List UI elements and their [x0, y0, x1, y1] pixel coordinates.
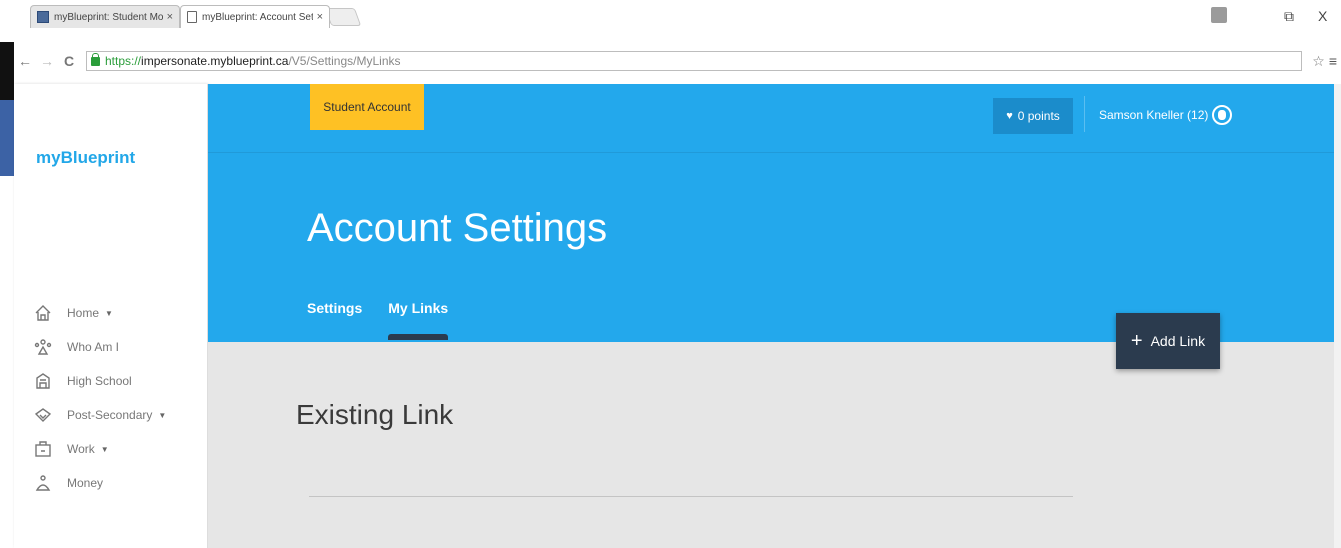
points-label: 0 points: [1017, 109, 1060, 123]
heart-icon: ♥: [1006, 110, 1013, 122]
main-content: + Add Link Existing Link: [208, 313, 1334, 548]
address-bar[interactable]: https://impersonate.myblueprint.ca/V5/Se…: [86, 51, 1303, 71]
reload-icon[interactable]: C: [58, 53, 80, 69]
home-icon: [35, 305, 51, 321]
browser-toolbar: ← → C https://impersonate.myblueprint.ca…: [14, 50, 1341, 72]
plus-icon: +: [1130, 329, 1143, 352]
lock-icon: [91, 52, 100, 66]
user-avatar-icon[interactable]: [1212, 105, 1232, 125]
chevron-down-icon: ▼: [105, 308, 113, 318]
sidebar-item-label: Work: [67, 442, 95, 456]
sidebar-item-work[interactable]: Work ▼: [14, 432, 208, 466]
user-name[interactable]: Samson Kneller (12): [1099, 108, 1208, 122]
browser-menu-icon[interactable]: ≡: [1329, 53, 1337, 69]
money-icon: [35, 475, 51, 491]
header-divider: [1084, 96, 1085, 132]
sidebar-item-money[interactable]: Money: [14, 466, 208, 500]
tab-close-icon[interactable]: ×: [317, 11, 323, 23]
os-edge-blue: [0, 100, 14, 176]
url-path: /V5/Settings/MyLinks: [288, 54, 401, 68]
document-favicon-icon: [187, 11, 197, 23]
tab-my-links[interactable]: My Links: [388, 300, 448, 340]
header-separator: [208, 152, 1334, 153]
url-host: impersonate.myblueprint.ca: [141, 54, 289, 68]
profile-icon[interactable]: [1211, 7, 1227, 23]
settings-tabs: Settings My Links: [307, 300, 474, 340]
sidebar-item-label: Home: [67, 306, 100, 320]
sidebar-item-label: Money: [67, 476, 104, 490]
bookmark-star-icon[interactable]: ☆: [1312, 53, 1325, 70]
sidebar-item-high-school[interactable]: High School: [14, 364, 208, 398]
browser-tab-title: myBlueprint: Account Sett: [202, 11, 313, 23]
close-window-icon[interactable]: X: [1318, 8, 1327, 24]
school-icon: [36, 373, 50, 389]
add-link-label: Add Link: [1150, 333, 1206, 349]
points-button[interactable]: ♥ 0 points: [993, 98, 1073, 134]
sidebar-nav: Home ▼ Who Am I High School Post-Seconda…: [14, 296, 208, 500]
sidebar-item-who-am-i[interactable]: Who Am I: [14, 330, 208, 364]
diploma-icon: [34, 408, 52, 422]
myblueprint-favicon-icon: [37, 11, 49, 23]
chevron-down-icon: ▼: [158, 410, 167, 420]
forward-arrow-icon[interactable]: →: [36, 53, 58, 69]
sidebar-item-label: High School: [67, 374, 132, 388]
browser-tab-title: myBlueprint: Student Mo: [54, 11, 163, 23]
tab-settings[interactable]: Settings: [307, 300, 362, 316]
sidebar-item-home[interactable]: Home ▼: [14, 296, 208, 330]
sidebar-item-label: Post-Secondary: [67, 408, 153, 422]
browser-tab-account[interactable]: myBlueprint: Account Sett ×: [180, 5, 330, 28]
section-divider: [309, 496, 1073, 497]
tab-close-icon[interactable]: ×: [167, 11, 173, 23]
page-header: Student Account ♥ 0 points Samson Knelle…: [208, 84, 1334, 342]
chevron-down-icon: ▼: [100, 444, 109, 454]
restore-window-icon[interactable]: ⧉: [1284, 8, 1294, 25]
page-title: Account Settings: [307, 206, 608, 250]
add-link-button[interactable]: + Add Link: [1116, 313, 1220, 369]
os-left-edge: [0, 0, 14, 548]
url-scheme: https://: [105, 54, 142, 68]
people-icon: [34, 339, 52, 355]
new-tab-button[interactable]: [324, 8, 362, 26]
scrollbar[interactable]: [1334, 84, 1341, 548]
briefcase-icon: [35, 441, 51, 457]
back-arrow-icon[interactable]: ←: [14, 53, 36, 69]
sidebar-item-post-secondary[interactable]: Post-Secondary ▼: [14, 398, 208, 432]
sidebar: myBlueprint Home ▼ Who Am I High School …: [14, 84, 208, 548]
browser-tabstrip: myBlueprint: Student Mo × myBlueprint: A…: [0, 0, 1341, 42]
logo[interactable]: myBlueprint: [36, 148, 135, 168]
section-title: Existing Link: [296, 399, 454, 430]
browser-tab-student[interactable]: myBlueprint: Student Mo ×: [30, 5, 180, 28]
student-account-badge[interactable]: Student Account: [310, 84, 424, 130]
sidebar-item-label: Who Am I: [67, 340, 120, 354]
